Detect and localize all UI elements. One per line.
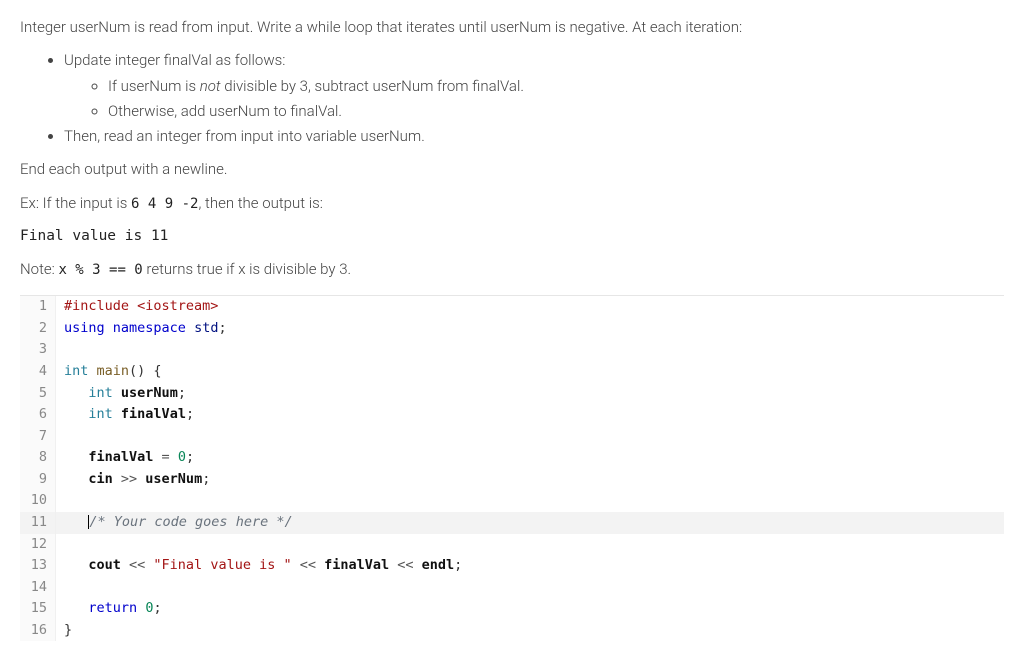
code-line-9[interactable]: 9 cin >> userNum; <box>20 469 1004 491</box>
sub-bullet-notdiv: If userNum is not divisible by 3, subtra… <box>108 75 1004 98</box>
code-src[interactable] <box>56 490 1004 512</box>
code-src[interactable]: int finalVal; <box>56 404 1004 426</box>
line-number: 16 <box>20 620 56 642</box>
line-number: 6 <box>20 404 56 426</box>
bullet-update-text: Update integer finalVal as follows: <box>64 51 285 69</box>
code-line-5[interactable]: 5 int userNum; <box>20 383 1004 405</box>
code-line-14[interactable]: 14 <box>20 577 1004 599</box>
line-number: 15 <box>20 598 56 620</box>
end-note: End each output with a newline. <box>20 158 1004 181</box>
line-number: 14 <box>20 577 56 599</box>
code-src[interactable]: cout << "Final value is " << finalVal <<… <box>56 555 1004 577</box>
sub-bullet-list: If userNum is not divisible by 3, subtra… <box>64 75 1004 124</box>
code-line-4[interactable]: 4 int main() { <box>20 361 1004 383</box>
code-src[interactable]: int main() { <box>56 361 1004 383</box>
note-line: Note: x % 3 == 0 returns true if x is di… <box>20 258 1004 282</box>
code-src[interactable] <box>56 339 1004 361</box>
code-line-3[interactable]: 3 <box>20 339 1004 361</box>
example-output: Final value is 11 <box>20 225 1004 247</box>
line-number: 3 <box>20 339 56 361</box>
line-number: 9 <box>20 469 56 491</box>
code-line-1[interactable]: 1 #include <iostream> <box>20 296 1004 318</box>
line-number: 11 <box>20 512 56 534</box>
code-src[interactable] <box>56 577 1004 599</box>
code-src[interactable]: } <box>56 620 1004 642</box>
code-src[interactable]: using namespace std; <box>56 318 1004 340</box>
bullet-list: Update integer finalVal as follows: If u… <box>20 49 1004 148</box>
code-line-2[interactable]: 2 using namespace std; <box>20 318 1004 340</box>
code-line-13[interactable]: 13 cout << "Final value is " << finalVal… <box>20 555 1004 577</box>
code-line-15[interactable]: 15 return 0; <box>20 598 1004 620</box>
code-src[interactable]: #include <iostream> <box>56 296 1004 318</box>
code-line-12[interactable]: 12 <box>20 534 1004 556</box>
intro-text: Integer userNum is read from input. Writ… <box>20 16 1004 39</box>
line-number: 13 <box>20 555 56 577</box>
code-src[interactable] <box>56 426 1004 448</box>
ex-suffix: , then the output is: <box>198 194 322 212</box>
line-number: 4 <box>20 361 56 383</box>
sub1-em: not <box>200 77 221 95</box>
code-src[interactable]: /* Your code goes here */ <box>56 512 1004 534</box>
code-src[interactable]: cin >> userNum; <box>56 469 1004 491</box>
sub1-prefix: If userNum is <box>108 77 200 95</box>
ex-prefix: Ex: If the input is <box>20 194 131 212</box>
problem-prompt: Integer userNum is read from input. Writ… <box>20 16 1004 281</box>
line-number: 7 <box>20 426 56 448</box>
note-code: x % 3 == 0 <box>58 262 142 278</box>
code-line-7[interactable]: 7 <box>20 426 1004 448</box>
code-line-8[interactable]: 8 finalVal = 0; <box>20 447 1004 469</box>
note-suffix: returns true if x is divisible by 3. <box>143 260 351 278</box>
code-src[interactable]: int userNum; <box>56 383 1004 405</box>
line-number: 1 <box>20 296 56 318</box>
code-line-16[interactable]: 16 } <box>20 620 1004 642</box>
example-line: Ex: If the input is 6 4 9 -2, then the o… <box>20 192 1004 216</box>
ex-input: 6 4 9 -2 <box>131 196 198 212</box>
line-number: 8 <box>20 447 56 469</box>
sub-bullet-otherwise: Otherwise, add userNum to finalVal. <box>108 100 1004 123</box>
code-src[interactable]: finalVal = 0; <box>56 447 1004 469</box>
line-number: 2 <box>20 318 56 340</box>
code-src[interactable] <box>56 534 1004 556</box>
code-line-10[interactable]: 10 <box>20 490 1004 512</box>
bullet-update: Update integer finalVal as follows: If u… <box>64 49 1004 123</box>
code-src[interactable]: return 0; <box>56 598 1004 620</box>
code-line-11[interactable]: 11 /* Your code goes here */ <box>20 512 1004 534</box>
code-editor[interactable]: 1 #include <iostream> 2 using namespace … <box>20 295 1004 641</box>
line-number: 12 <box>20 534 56 556</box>
code-line-6[interactable]: 6 int finalVal; <box>20 404 1004 426</box>
note-prefix: Note: <box>20 260 58 278</box>
sub1-suffix: divisible by 3, subtract userNum from fi… <box>221 77 524 95</box>
line-number: 10 <box>20 490 56 512</box>
bullet-read: Then, read an integer from input into va… <box>64 125 1004 148</box>
line-number: 5 <box>20 383 56 405</box>
